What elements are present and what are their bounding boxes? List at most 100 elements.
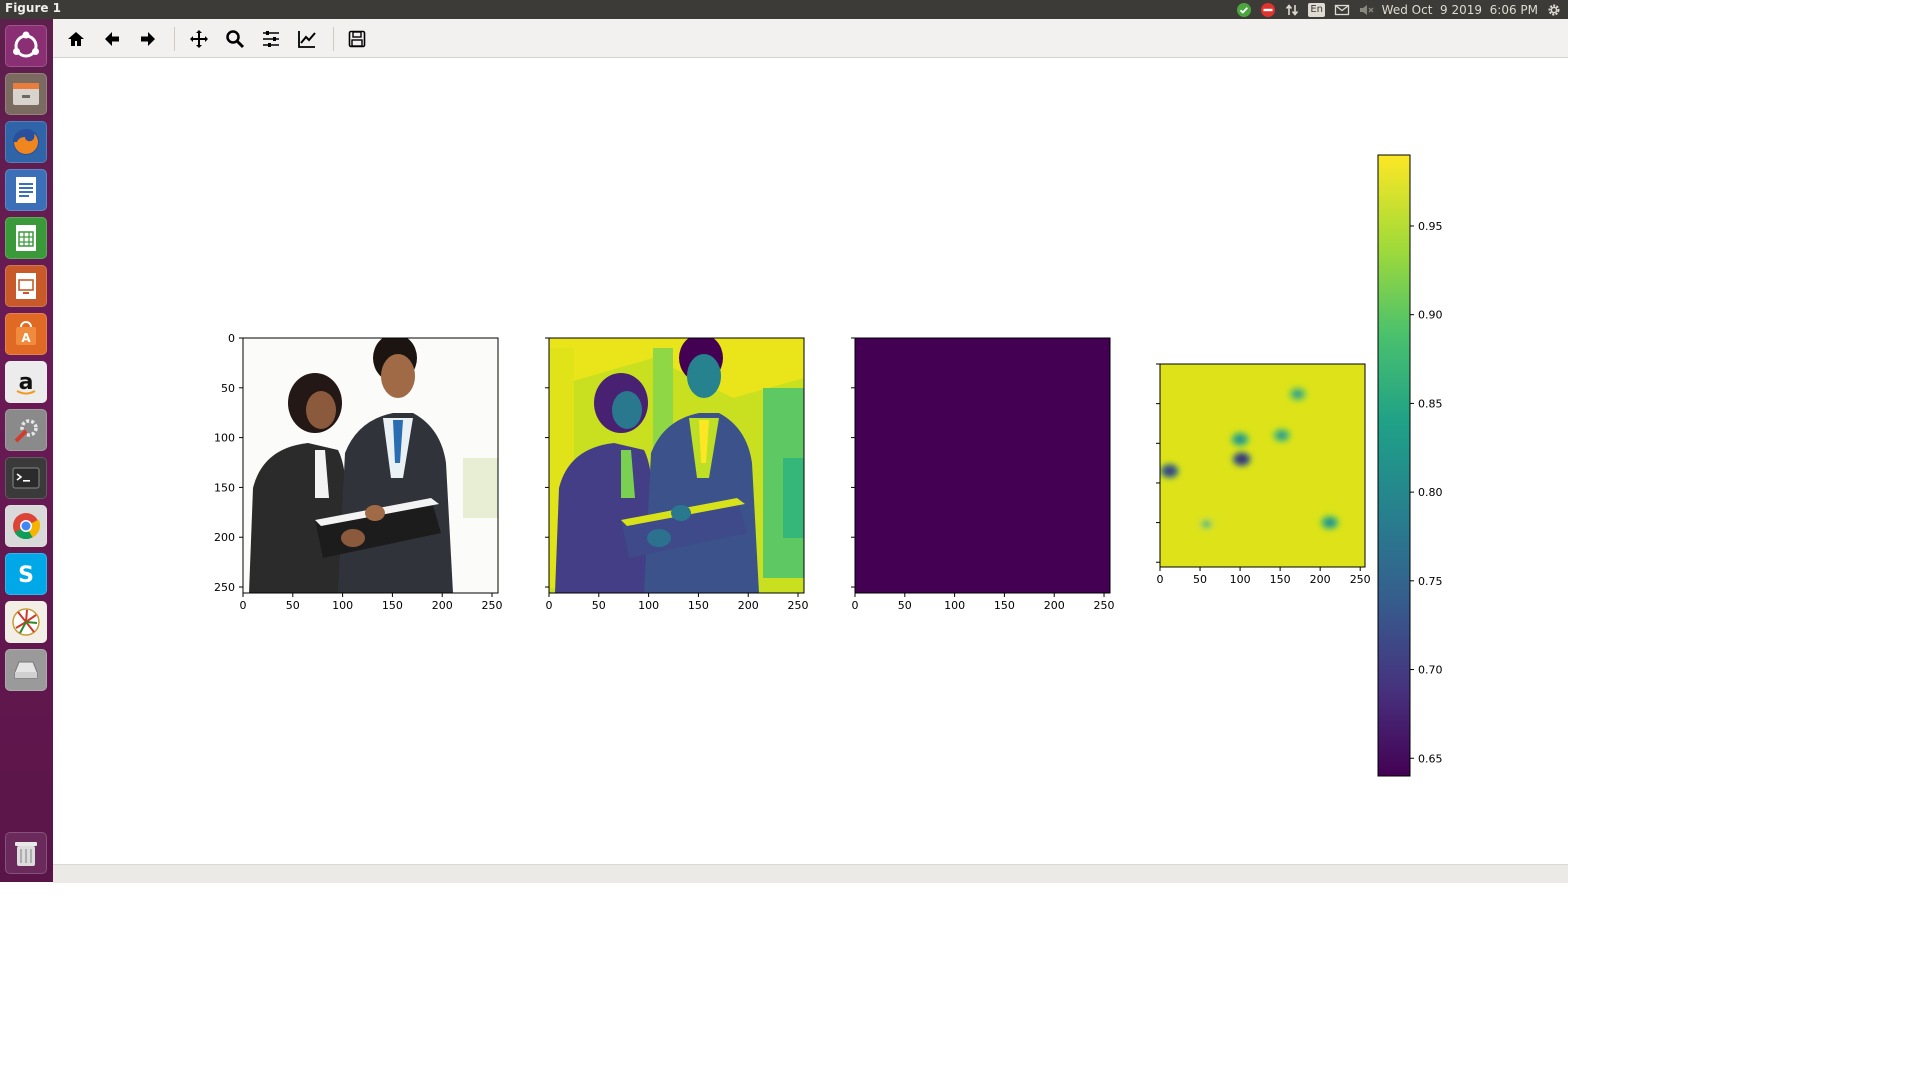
- window-title: Figure 1: [5, 1, 62, 15]
- low-spot: [1276, 431, 1287, 440]
- figure-toolbar: [53, 19, 1568, 58]
- low-spot: [1324, 518, 1335, 527]
- volume-muted-icon[interactable]: [1358, 2, 1374, 18]
- x-tick-label: 0: [852, 599, 859, 612]
- colorbar-gradient: [1378, 155, 1410, 776]
- subplot-probability-map: 0 50 100 150 200 250: [1156, 363, 1371, 586]
- firefox-icon[interactable]: [5, 121, 47, 163]
- back-icon[interactable]: [98, 25, 126, 53]
- top-panel: Figure 1 En Wed Oct 9 2019 6:06 PM: [0, 0, 1568, 19]
- x-tick-label: 100: [1230, 573, 1251, 586]
- x-tick-label: 250: [482, 599, 503, 612]
- launcher: A a S: [0, 19, 53, 882]
- x-tick-label: 100: [944, 599, 965, 612]
- viridis-photo-image: [549, 338, 804, 593]
- x-tick-label: 150: [382, 599, 403, 612]
- colorbar: 0.65 0.70 0.75 0.80 0.85 0.90 0.95: [1377, 154, 1443, 777]
- pinwheel-app-icon[interactable]: [5, 601, 47, 643]
- colorbar-tick-label: 0.65: [1418, 752, 1443, 765]
- x-tick-label: 0: [240, 599, 247, 612]
- low-spot: [1201, 520, 1212, 529]
- no-entry-icon[interactable]: [1260, 2, 1276, 18]
- colorbar-tick-label: 0.85: [1418, 397, 1443, 410]
- pan-icon[interactable]: [185, 25, 213, 53]
- network-arrows-icon[interactable]: [1284, 2, 1300, 18]
- y-tick-label: 200: [214, 531, 235, 544]
- x-tick-label: 200: [1044, 599, 1065, 612]
- figure-canvas[interactable]: 0 50 100 150 200 250 0 50 100 150 200 250: [53, 58, 1568, 864]
- settings-gear-icon[interactable]: [1546, 2, 1562, 18]
- x-tick-label: 50: [898, 599, 912, 612]
- keyboard-layout-label: En: [1308, 2, 1325, 17]
- subplot-viridis-photo: 0 50 100 150 200 250: [545, 337, 809, 612]
- x-tick-label: 200: [738, 599, 759, 612]
- low-spot: [1292, 390, 1303, 399]
- configure-subplots-icon[interactable]: [257, 25, 285, 53]
- x-tick-label: 50: [1193, 573, 1207, 586]
- home-icon[interactable]: [62, 25, 90, 53]
- colorbar-tick-label: 0.95: [1418, 220, 1443, 233]
- y-tick-label: 0: [228, 332, 235, 345]
- svg-text:a: a: [19, 370, 34, 395]
- x-tick-label: 200: [432, 599, 453, 612]
- x-tick-label: 250: [1350, 573, 1371, 586]
- subplot-photo: 0 50 100 150 200 250 0 50 100 150 200 250: [214, 332, 503, 612]
- status-bar: [53, 864, 1568, 883]
- calc-icon[interactable]: [5, 217, 47, 259]
- toolbar-separator: [174, 27, 175, 51]
- colorbar-tick-label: 0.80: [1418, 486, 1443, 499]
- trash-icon[interactable]: [5, 832, 47, 874]
- check-shield-icon[interactable]: [1236, 2, 1252, 18]
- x-tick-label: 0: [546, 599, 553, 612]
- subplot-uniform: 0 50 100 150 200 250: [851, 337, 1115, 612]
- uniform-image: [855, 338, 1110, 593]
- y-tick-label: 250: [214, 581, 235, 594]
- colorbar-ticks: 0.65 0.70 0.75 0.80 0.85 0.90 0.95: [1410, 220, 1443, 765]
- x-tick-label: 100: [332, 599, 353, 612]
- edit-axes-icon[interactable]: [293, 25, 321, 53]
- x-tick-label: 150: [994, 599, 1015, 612]
- low-spot: [1236, 455, 1247, 464]
- system-settings-icon[interactable]: [5, 409, 47, 451]
- x-tick-label: 150: [688, 599, 709, 612]
- x-tick-label: 100: [638, 599, 659, 612]
- colorbar-tick-label: 0.70: [1418, 664, 1443, 677]
- colorbar-tick-label: 0.90: [1418, 309, 1443, 322]
- x-tick-label: 50: [286, 599, 300, 612]
- drive-icon[interactable]: [5, 649, 47, 691]
- x-tick-label: 250: [788, 599, 809, 612]
- zoom-icon[interactable]: [221, 25, 249, 53]
- impress-icon[interactable]: [5, 265, 47, 307]
- low-spot: [1164, 467, 1175, 476]
- writer-icon[interactable]: [5, 169, 47, 211]
- colorbar-tick-label: 0.75: [1418, 575, 1443, 588]
- software-center-icon[interactable]: A: [5, 313, 47, 355]
- toolbar-separator: [333, 27, 334, 51]
- clock[interactable]: Wed Oct 9 2019 6:06 PM: [1382, 3, 1538, 17]
- skype-icon[interactable]: S: [5, 553, 47, 595]
- photo-image: [243, 338, 498, 593]
- mail-icon[interactable]: [1334, 2, 1350, 18]
- save-icon[interactable]: [343, 25, 371, 53]
- keyboard-layout-icon[interactable]: En: [1308, 2, 1326, 18]
- x-tick-label: 50: [592, 599, 606, 612]
- forward-icon[interactable]: [134, 25, 162, 53]
- x-tick-label: 150: [1270, 573, 1291, 586]
- probability-map-image: [1160, 364, 1365, 567]
- low-spot: [1235, 435, 1246, 444]
- y-tick-label: 150: [214, 481, 235, 494]
- figure-svg: 0 50 100 150 200 250 0 50 100 150 200 250 0 50…: [214, 154, 1443, 777]
- amazon-icon[interactable]: a: [5, 361, 47, 403]
- y-tick-label: 50: [221, 382, 235, 395]
- chrome-icon[interactable]: [5, 505, 47, 547]
- x-tick-label: 250: [1094, 599, 1115, 612]
- y-tick-label: 100: [214, 432, 235, 445]
- terminal-icon[interactable]: [5, 457, 47, 499]
- ubuntu-dash-icon[interactable]: [5, 25, 47, 67]
- svg-text:S: S: [18, 563, 34, 588]
- system-tray: En Wed Oct 9 2019 6:06 PM: [1236, 0, 1568, 19]
- x-tick-label: 200: [1310, 573, 1331, 586]
- x-tick-label: 0: [1157, 573, 1164, 586]
- svg-text:A: A: [21, 331, 31, 345]
- files-icon[interactable]: [5, 73, 47, 115]
